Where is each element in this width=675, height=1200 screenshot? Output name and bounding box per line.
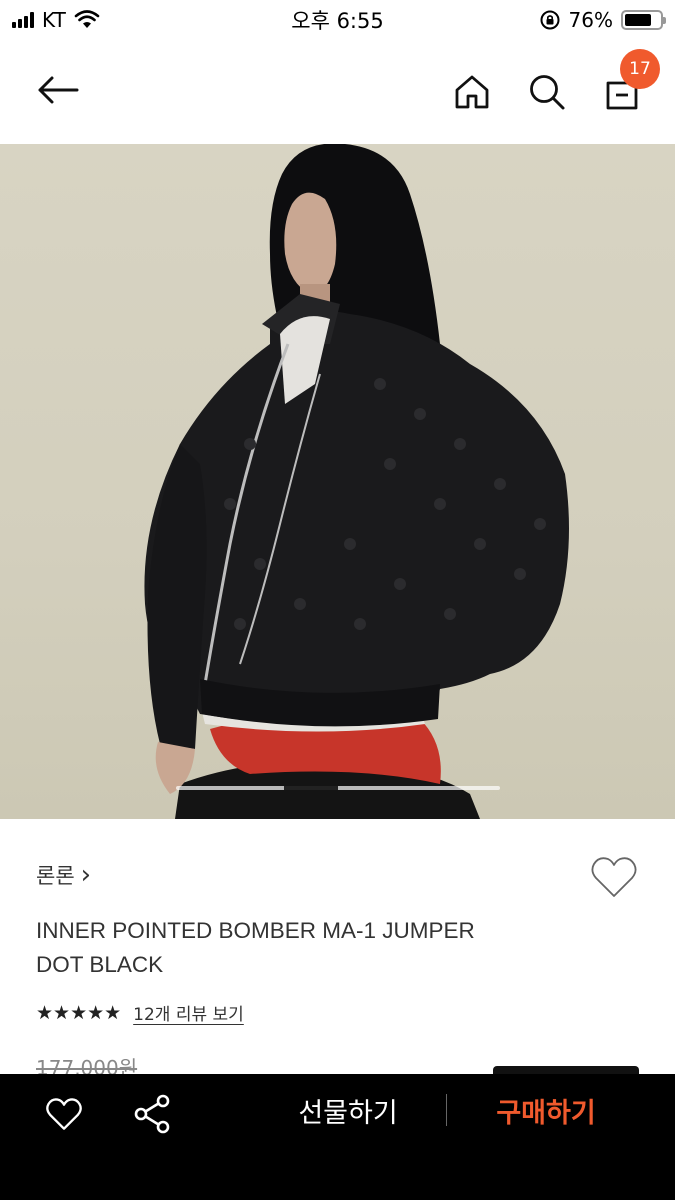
top-nav: [0, 40, 675, 144]
brand-name: 론론: [36, 864, 75, 888]
search-button[interactable]: [523, 68, 571, 116]
rating-stars: ★★★★★: [36, 1001, 122, 1024]
product-title-line2: DOT BLACK: [36, 952, 164, 977]
gift-button[interactable]: 선물하기: [268, 1086, 428, 1134]
share-button[interactable]: [128, 1090, 176, 1138]
divider: [446, 1094, 447, 1126]
home-icon: [455, 75, 489, 109]
product-title-line1: INNER POINTED BOMBER MA-1 JUMPER: [36, 918, 475, 943]
share-icon: [134, 1094, 170, 1134]
status-bar: KT 오후 6:55 76%: [0, 0, 675, 40]
arrow-left-icon: [38, 76, 79, 104]
home-button[interactable]: [448, 68, 496, 116]
cart-count-badge: 17: [620, 49, 660, 89]
image-pager: [176, 786, 500, 790]
bottom-action-bar: 선물하기 구매하기: [0, 1074, 675, 1200]
buy-button[interactable]: 구매하기: [466, 1086, 626, 1134]
product-image[interactable]: [0, 144, 675, 819]
wifi-icon: [74, 10, 100, 28]
carrier-label: KT: [42, 8, 66, 32]
chevron-right-icon: ›: [80, 860, 92, 890]
brand-link[interactable]: 론론 ›: [36, 860, 91, 890]
battery-icon: [621, 10, 666, 30]
orientation-lock-icon: [540, 10, 560, 30]
product-title: INNER POINTED BOMBER MA-1 JUMPER DOT BLA…: [36, 914, 596, 982]
product-photo: [144, 144, 569, 819]
heart-icon: [591, 857, 637, 897]
signal-icon: [12, 12, 34, 28]
heart-icon: [46, 1098, 82, 1130]
back-button[interactable]: [30, 68, 86, 112]
battery-percent: 76%: [568, 8, 613, 32]
review-link[interactable]: 12개 리뷰 보기: [133, 1000, 244, 1025]
rating-row: ★★★★★ 12개 리뷰 보기: [36, 1000, 244, 1026]
status-right: 76%: [539, 8, 666, 32]
image-pager-active: [284, 786, 338, 790]
wishlist-button[interactable]: [590, 855, 638, 903]
status-left: KT: [12, 8, 100, 32]
search-icon: [530, 75, 565, 110]
bottom-wishlist-button[interactable]: [40, 1090, 88, 1138]
